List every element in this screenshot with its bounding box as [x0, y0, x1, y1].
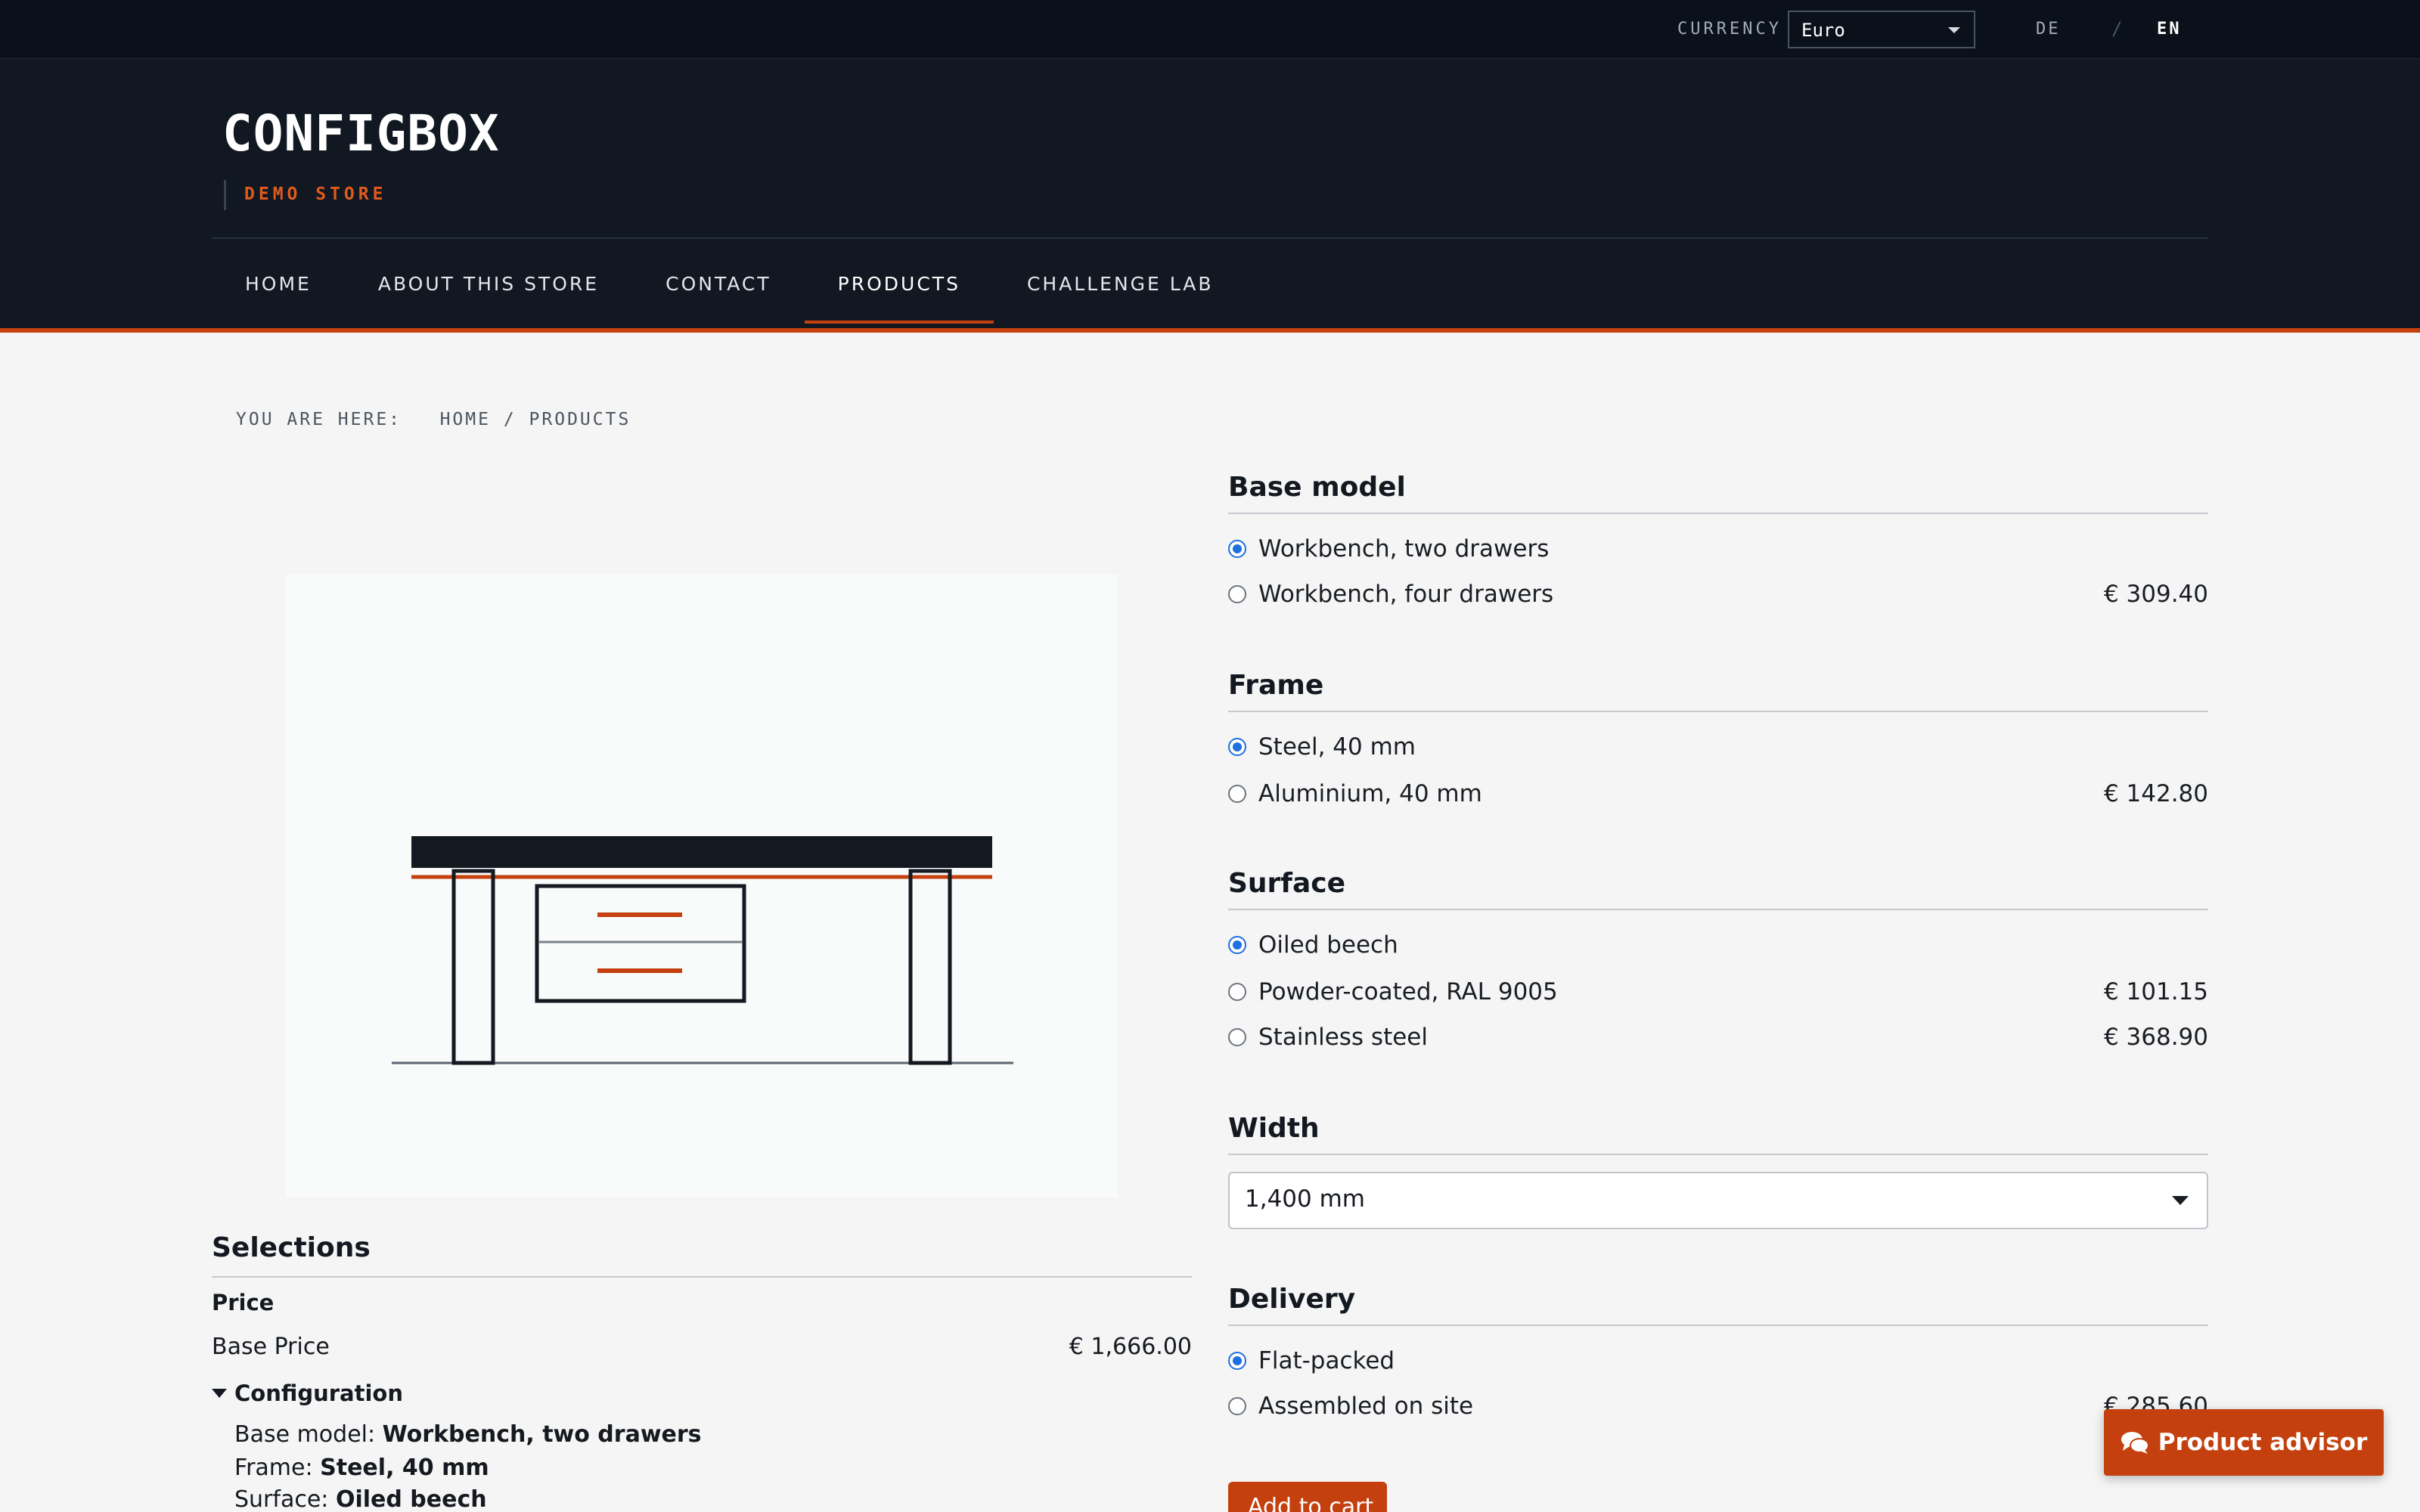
product-advisor-label: Product advisor	[2158, 1429, 2368, 1456]
price-heading: Price	[212, 1290, 275, 1315]
frame-divider	[1228, 711, 2208, 712]
nav-challenge-lab[interactable]: CHALLENGE LAB	[994, 239, 1247, 328]
configuration-toggle[interactable]: Configuration	[212, 1380, 403, 1406]
breadcrumb-prefix: YOU ARE HERE:	[236, 410, 402, 429]
currency-value: Euro	[1801, 20, 1845, 41]
chevron-down-icon	[1948, 27, 1960, 33]
radio-unselected[interactable]	[1228, 785, 1246, 803]
product-advisor-button[interactable]: Product advisor	[2104, 1409, 2384, 1476]
caret-down-icon	[212, 1389, 227, 1398]
width-title: Width	[1228, 1113, 1320, 1144]
language-separator: /	[2111, 18, 2123, 39]
radio-unselected[interactable]	[1228, 1028, 1246, 1046]
workbench-illustration-icon	[392, 836, 1013, 1065]
chat-bubbles-icon	[2121, 1432, 2149, 1454]
config-line-base-model: Base model: Workbench, two drawers	[234, 1421, 702, 1448]
radio-selected[interactable]	[1228, 936, 1246, 954]
nav-products[interactable]: PRODUCTS	[804, 239, 994, 328]
option-aluminium-40mm[interactable]: Aluminium, 40 mm € 142.80	[1228, 779, 2208, 809]
frame-title: Frame	[1228, 670, 1324, 701]
chevron-down-icon	[2172, 1196, 2189, 1205]
width-divider	[1228, 1154, 2208, 1155]
delivery-divider	[1228, 1325, 2208, 1326]
option-steel-40mm[interactable]: Steel, 40 mm	[1228, 732, 2208, 762]
config-line-surface: Surface: Oiled beech	[234, 1486, 487, 1512]
configuration-heading: Configuration	[234, 1380, 403, 1406]
delivery-title: Delivery	[1228, 1284, 1356, 1315]
radio-unselected[interactable]	[1228, 983, 1246, 1001]
breadcrumb-current: PRODUCTS	[529, 410, 631, 429]
brand-tagline: DEMO STORE	[224, 180, 386, 210]
base-model-title: Base model	[1228, 472, 1406, 503]
site-header: CONFIGBOX DEMO STORE HOME ABOUT THIS STO…	[0, 59, 2420, 333]
language-en-link[interactable]: EN	[2157, 20, 2182, 39]
radio-unselected[interactable]	[1228, 1397, 1246, 1415]
option-flat-packed[interactable]: Flat-packed	[1228, 1346, 2208, 1376]
currency-label: CURRENCY	[1677, 20, 1782, 39]
brand-logo[interactable]: CONFIGBOX	[222, 104, 500, 163]
option-oiled-beech[interactable]: Oiled beech	[1228, 930, 2208, 960]
config-line-frame: Frame: Steel, 40 mm	[234, 1455, 489, 1481]
selections-divider	[212, 1276, 1192, 1278]
surface-title: Surface	[1228, 868, 1346, 899]
radio-selected[interactable]	[1228, 540, 1246, 558]
option-workbench-four-drawers[interactable]: Workbench, four drawers € 309.40	[1228, 579, 2208, 609]
breadcrumb-home-link[interactable]: HOME	[440, 410, 491, 429]
breadcrumb-separator: /	[503, 410, 517, 429]
currency-select[interactable]: Euro	[1788, 11, 1975, 48]
option-stainless-steel[interactable]: Stainless steel € 368.90	[1228, 1022, 2208, 1052]
option-powder-coated[interactable]: Powder-coated, RAL 9005 € 101.15	[1228, 977, 2208, 1007]
selections-title: Selections	[212, 1232, 371, 1263]
option-workbench-two-drawers[interactable]: Workbench, two drawers	[1228, 534, 2208, 564]
width-select[interactable]: 1,400 mm	[1228, 1172, 2208, 1229]
base-price-value: € 1,666.00	[1069, 1334, 1192, 1360]
width-value: 1,400 mm	[1245, 1185, 1365, 1213]
nav-home[interactable]: HOME	[212, 239, 345, 328]
base-model-divider	[1228, 513, 2208, 514]
nav-about-this-store[interactable]: ABOUT THIS STORE	[345, 239, 632, 328]
main-nav: HOME ABOUT THIS STORE CONTACT PRODUCTS C…	[212, 239, 1247, 328]
option-assembled-on-site[interactable]: Assembled on site € 285.60	[1228, 1391, 2208, 1421]
product-image	[286, 575, 1118, 1198]
add-to-cart-button[interactable]: Add to cart	[1228, 1482, 1387, 1512]
breadcrumb: YOU ARE HERE: HOME / PRODUCTS	[236, 410, 631, 429]
surface-divider	[1228, 909, 2208, 910]
language-de-link[interactable]: DE	[2036, 20, 2061, 39]
top-utility-bar: CURRENCY Euro DE / EN	[0, 0, 2420, 59]
base-price-label: Base Price	[212, 1334, 330, 1360]
radio-unselected[interactable]	[1228, 585, 1246, 603]
nav-contact[interactable]: CONTACT	[632, 239, 805, 328]
radio-selected[interactable]	[1228, 738, 1246, 756]
radio-selected[interactable]	[1228, 1352, 1246, 1370]
